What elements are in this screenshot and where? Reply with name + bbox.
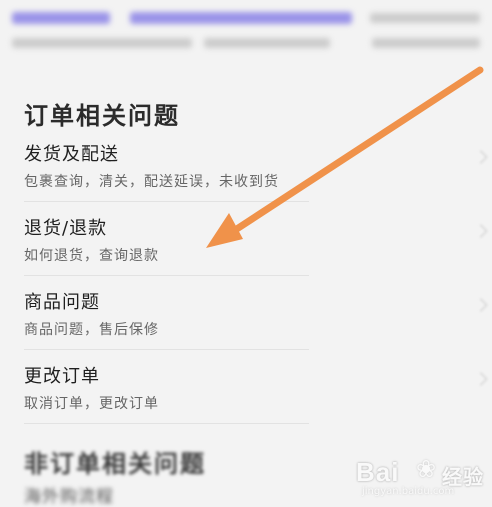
faq-item-returns[interactable]: 退货/退款 如何退货，查询退款: [0, 214, 310, 274]
blurred-text-2: [12, 38, 192, 48]
faq-item-overseas-process[interactable]: 海外购流程: [24, 482, 114, 507]
blurred-text-4: [372, 38, 480, 48]
paw-icon: ❀: [416, 455, 437, 483]
faq-item-product-issues[interactable]: 商品问题 商品问题，售后保修: [0, 288, 310, 348]
baidu-jingyan-watermark: Bai ❀ 经验 jingyan.baidu.com: [356, 455, 488, 499]
faq-item-change-order[interactable]: 更改订单 取消订单，更改订单: [0, 362, 310, 422]
chevron-right-icon: [473, 371, 489, 387]
chevron-right-icon: [473, 223, 489, 239]
blurred-link-2[interactable]: [130, 12, 352, 24]
faq-item-desc: 商品问题，售后保修: [24, 322, 159, 338]
chevron-right-icon: [473, 297, 489, 313]
divider: [24, 275, 309, 276]
faq-item-title: 商品问题: [24, 292, 100, 313]
watermark-logo: Bai: [356, 457, 400, 487]
section-title-non-order: 非订单相关问题: [24, 450, 206, 478]
faq-item-title: 发货及配送: [24, 144, 119, 165]
blurred-text-1: [370, 13, 480, 23]
faq-item-desc: 包裹查询，清关，配送延误，未收到货: [24, 174, 279, 190]
blurred-link-1[interactable]: [12, 12, 110, 24]
blurred-header-area: [0, 0, 492, 70]
divider: [24, 423, 309, 424]
faq-item-desc: 如何退货，查询退款: [24, 248, 159, 264]
watermark-url: jingyan.baidu.com: [362, 486, 455, 497]
divider: [24, 201, 309, 202]
faq-item-desc: 取消订单，更改订单: [24, 396, 159, 412]
chevron-right-icon: [473, 149, 489, 165]
faq-item-title: 更改订单: [24, 366, 100, 387]
faq-item-title: 退货/退款: [24, 218, 108, 239]
section-title-order: 订单相关问题: [24, 102, 180, 130]
divider: [24, 349, 309, 350]
faq-item-shipping[interactable]: 发货及配送 包裹查询，清关，配送延误，未收到货: [0, 140, 310, 200]
blurred-text-3: [204, 38, 330, 48]
